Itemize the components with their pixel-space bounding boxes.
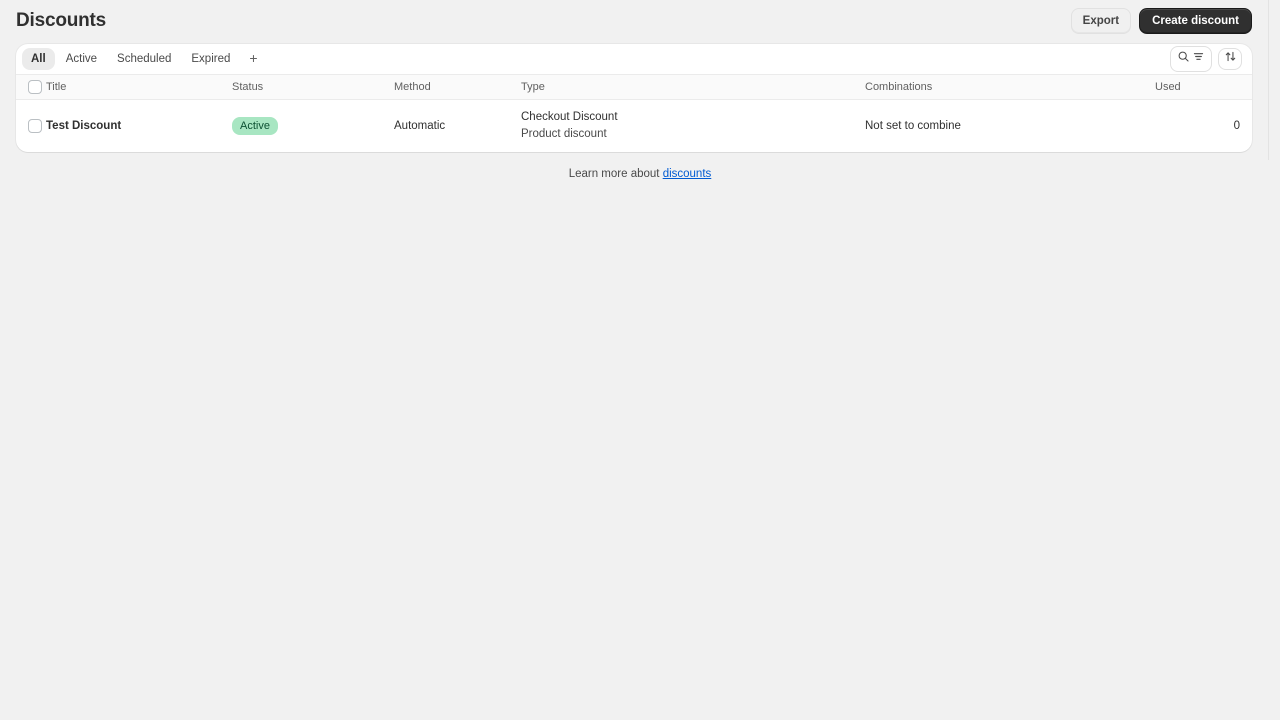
page-header: Discounts Export Create discount <box>0 0 1280 44</box>
add-tab-button[interactable]: + <box>241 49 265 69</box>
discounts-page: Discounts Export Create discount All Act… <box>0 0 1280 720</box>
cell-type-secondary: Product discount <box>521 128 607 140</box>
column-header-status[interactable]: Status <box>232 75 394 100</box>
cell-type: Checkout Discount Product discount <box>521 100 865 153</box>
tab-list: All Active Scheduled Expired + <box>22 48 266 70</box>
sort-button[interactable] <box>1218 48 1242 70</box>
row-checkbox[interactable] <box>28 119 42 133</box>
page-title: Discounts <box>16 10 107 31</box>
cell-used: 0 <box>1233 120 1240 132</box>
tab-active[interactable]: Active <box>57 48 106 70</box>
header-actions: Export Create discount <box>1070 8 1252 34</box>
table-body: Test Discount Active Automatic Checkout … <box>16 100 1252 153</box>
column-header-method[interactable]: Method <box>394 75 521 100</box>
column-header-used[interactable]: Used <box>1155 75 1252 100</box>
column-header-type[interactable]: Type <box>521 75 865 100</box>
cell-status: Active <box>232 100 394 153</box>
tab-scheduled[interactable]: Scheduled <box>108 48 180 70</box>
tab-expired[interactable]: Expired <box>182 48 239 70</box>
scrollbar-track[interactable] <box>1268 0 1269 160</box>
select-all-cell <box>16 75 46 100</box>
filter-icon <box>1192 50 1205 68</box>
status-badge: Active <box>232 117 278 135</box>
select-all-checkbox[interactable] <box>28 80 42 94</box>
discounts-help-link[interactable]: discounts <box>663 168 712 180</box>
column-header-title[interactable]: Title <box>46 75 232 100</box>
table-row[interactable]: Test Discount Active Automatic Checkout … <box>16 100 1252 153</box>
tab-all[interactable]: All <box>22 48 55 70</box>
sort-icon <box>1224 50 1237 68</box>
cell-type-primary: Checkout Discount <box>521 111 618 123</box>
search-icon <box>1177 50 1190 68</box>
cell-method: Automatic <box>394 120 446 132</box>
create-discount-button[interactable]: Create discount <box>1139 8 1252 34</box>
tab-tools <box>1170 46 1246 72</box>
column-header-combinations[interactable]: Combinations <box>865 75 1155 100</box>
table-header-row: Title Status Method Type Combinations Us… <box>16 74 1252 100</box>
card-footer: Learn more about discounts <box>0 152 1280 180</box>
cell-title[interactable]: Test Discount <box>46 100 232 153</box>
footer-text: Learn more about <box>568 168 663 180</box>
tab-bar: All Active Scheduled Expired + <box>16 44 1252 74</box>
search-and-filter-button[interactable] <box>1170 46 1212 72</box>
export-button[interactable]: Export <box>1070 8 1132 34</box>
table-header: Title Status Method Type Combinations Us… <box>16 74 1252 100</box>
discounts-table: Title Status Method Type Combinations Us… <box>16 74 1252 152</box>
row-select-cell <box>16 100 46 153</box>
cell-combinations: Not set to combine <box>865 120 961 132</box>
discounts-card: All Active Scheduled Expired + Title Sta… <box>16 44 1252 152</box>
